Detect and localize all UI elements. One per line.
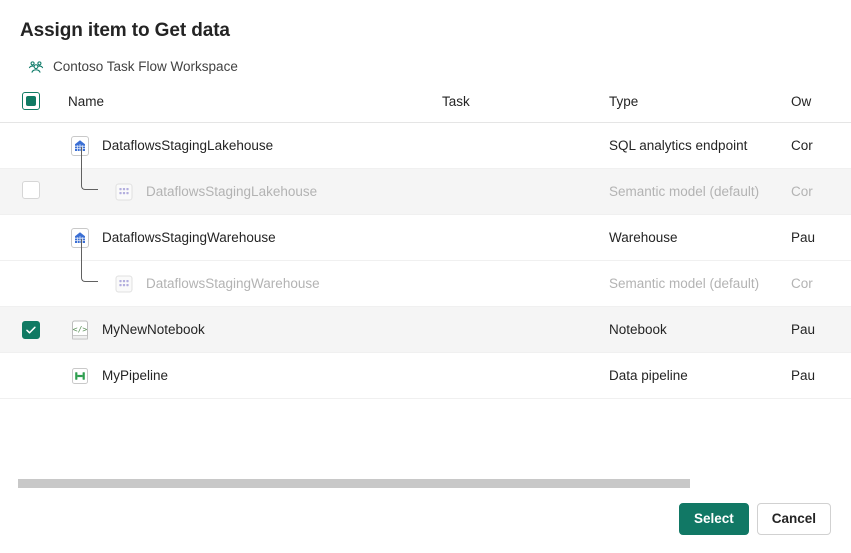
select-all-header (0, 92, 52, 123)
data-pipeline-icon (68, 364, 92, 388)
cancel-button[interactable]: Cancel (757, 503, 831, 535)
workspace-name: Contoso Task Flow Workspace (53, 58, 238, 76)
item-name: DataflowsStagingWarehouse (102, 230, 276, 245)
assign-item-dialog: Assign item to Get data Contoso Task Flo… (0, 0, 851, 553)
item-name: DataflowsStagingWarehouse (146, 276, 320, 291)
item-name: DataflowsStagingLakehouse (146, 184, 317, 199)
row-type-cell: Data pipeline (609, 353, 791, 399)
row-owner-cell: Pau (791, 215, 851, 261)
row-type-cell: Semantic model (default) (609, 169, 791, 215)
breadcrumb: Contoso Task Flow Workspace (20, 58, 831, 76)
table-header-row: Name Task Type Ow (0, 92, 851, 123)
table-row[interactable]: DataflowsStagingWarehouse Semantic model … (0, 261, 851, 307)
svg-text:</>: </> (73, 325, 88, 334)
row-task-cell (442, 123, 609, 169)
horizontal-scrollbar[interactable] (18, 477, 831, 489)
row-checkbox-cell[interactable] (0, 261, 52, 307)
table-row[interactable]: DataflowsStagingLakehouse SQL analytics e… (0, 123, 851, 169)
row-checkbox-cell[interactable] (0, 215, 52, 261)
row-type-cell: Semantic model (default) (609, 261, 791, 307)
items-table: Name Task Type Ow DataflowsStagingLakeho… (0, 92, 851, 399)
indeterminate-mark-icon (26, 96, 36, 106)
tree-connector-icon (68, 261, 104, 306)
dialog-footer: Select Cancel (0, 489, 851, 553)
row-name-cell[interactable]: DataflowsStagingWarehouse (52, 215, 442, 261)
table-header: Name Task Type Ow (0, 92, 851, 123)
row-name-cell[interactable]: </> MyNewNotebook (52, 307, 442, 353)
semantic-model-icon (112, 180, 136, 204)
page-title: Assign item to Get data (20, 18, 831, 44)
row-type-cell: SQL analytics endpoint (609, 123, 791, 169)
row-owner-cell: Cor (791, 123, 851, 169)
row-task-cell (442, 215, 609, 261)
row-checkbox-cell[interactable] (0, 169, 52, 215)
row-checkbox[interactable] (22, 321, 40, 339)
dialog-header: Assign item to Get data Contoso Task Flo… (0, 0, 851, 76)
row-task-cell (442, 261, 609, 307)
tree-connector-icon (68, 169, 104, 214)
table-row[interactable]: MyPipeline Data pipelinePau (0, 353, 851, 399)
select-button[interactable]: Select (679, 503, 749, 535)
checkmark-icon (25, 324, 37, 336)
horizontal-scrollbar-thumb[interactable] (18, 479, 690, 488)
select-all-checkbox[interactable] (22, 92, 40, 110)
row-owner-cell: Cor (791, 261, 851, 307)
row-name-cell[interactable]: DataflowsStagingWarehouse (52, 261, 442, 307)
row-checkbox-cell[interactable] (0, 307, 52, 353)
semantic-model-icon (112, 272, 136, 296)
table-row[interactable]: </> MyNewNotebook NotebookPau (0, 307, 851, 353)
row-owner-cell: Pau (791, 353, 851, 399)
row-task-cell (442, 353, 609, 399)
item-name: DataflowsStagingLakehouse (102, 138, 273, 153)
workspace-people-icon (27, 58, 45, 76)
row-type-cell: Notebook (609, 307, 791, 353)
table-row[interactable]: DataflowsStagingLakehouse Semantic model … (0, 169, 851, 215)
column-header-task[interactable]: Task (442, 92, 609, 123)
notebook-icon: </> (68, 318, 92, 342)
row-checkbox-cell[interactable] (0, 123, 52, 169)
row-checkbox[interactable] (22, 181, 40, 199)
row-checkbox-cell[interactable] (0, 353, 52, 399)
column-header-name[interactable]: Name (52, 92, 442, 123)
table-row[interactable]: DataflowsStagingWarehouse WarehousePau (0, 215, 851, 261)
row-name-cell[interactable]: DataflowsStagingLakehouse (52, 123, 442, 169)
row-name-cell[interactable]: DataflowsStagingLakehouse (52, 169, 442, 215)
column-header-type[interactable]: Type (609, 92, 791, 123)
item-name: MyNewNotebook (102, 322, 205, 337)
column-header-owner[interactable]: Ow (791, 92, 851, 123)
row-task-cell (442, 169, 609, 215)
table-body: DataflowsStagingLakehouse SQL analytics e… (0, 123, 851, 399)
row-task-cell (442, 307, 609, 353)
item-name: MyPipeline (102, 368, 168, 383)
row-owner-cell: Pau (791, 307, 851, 353)
row-owner-cell: Cor (791, 169, 851, 215)
row-name-cell[interactable]: MyPipeline (52, 353, 442, 399)
row-type-cell: Warehouse (609, 215, 791, 261)
items-table-scroll-area[interactable]: Name Task Type Ow DataflowsStagingLakeho… (0, 92, 851, 477)
